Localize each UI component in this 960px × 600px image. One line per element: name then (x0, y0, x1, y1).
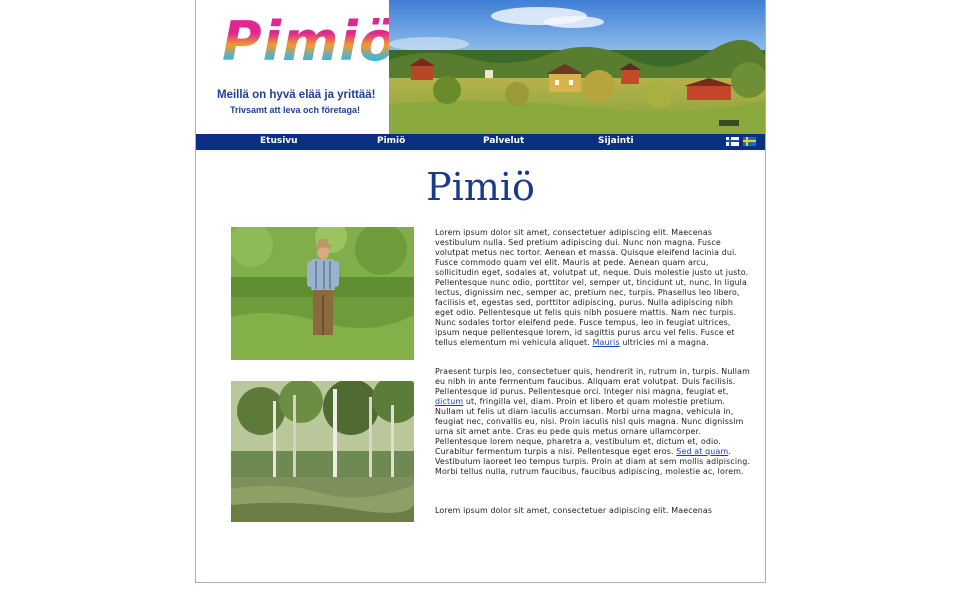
forest-photo (231, 381, 414, 522)
nav-item-pimio[interactable]: Pimiö (377, 136, 405, 146)
nav-item-sijainti[interactable]: Sijainti (598, 136, 634, 146)
content-paragraph-2: Praesent turpis leo, consectetuer quis, … (435, 367, 751, 477)
sed-at-quam-link[interactable]: Sed at quam (676, 447, 728, 456)
paragraph-text: ultricies mi a magna. (619, 338, 709, 347)
swedish-flag-icon[interactable] (743, 137, 756, 146)
nav-item-etusivu[interactable]: Etusivu (260, 136, 298, 146)
dictum-link[interactable]: dictum (435, 397, 463, 406)
content-paragraph-1: Lorem ipsum dolor sit amet, consectetuer… (435, 228, 751, 348)
header: Pimiö Meillä on hyvä elää ja yrittää! Tr… (196, 0, 765, 134)
nav-item-palvelut[interactable]: Palvelut (483, 136, 524, 146)
paragraph-text: Lorem ipsum dolor sit amet, consectetuer… (435, 228, 749, 347)
slogan-swedish: Trivsamt att leva och företaga! (230, 105, 361, 115)
slogan-finnish: Meillä on hyvä elää ja yrittää! (217, 89, 376, 101)
main-nav: Etusivu Pimiö Palvelut Sijainti (196, 134, 765, 150)
mauris-link[interactable]: Mauris (593, 338, 620, 347)
page-title: Pimiö (426, 165, 535, 209)
content-paragraph-3: Lorem ipsum dolor sit amet, consectetuer… (435, 506, 713, 515)
header-landscape-image (389, 0, 765, 134)
finnish-flag-icon[interactable] (726, 137, 739, 146)
logo[interactable]: Pimiö (222, 12, 397, 72)
paragraph-text: Praesent turpis leo, consectetuer quis, … (435, 367, 750, 396)
site-container: Pimiö Meillä on hyvä elää ja yrittää! Tr… (195, 0, 766, 583)
logo-area[interactable]: Pimiö Meillä on hyvä elää ja yrittää! Tr… (196, 0, 396, 134)
man-in-field-photo (231, 227, 414, 360)
